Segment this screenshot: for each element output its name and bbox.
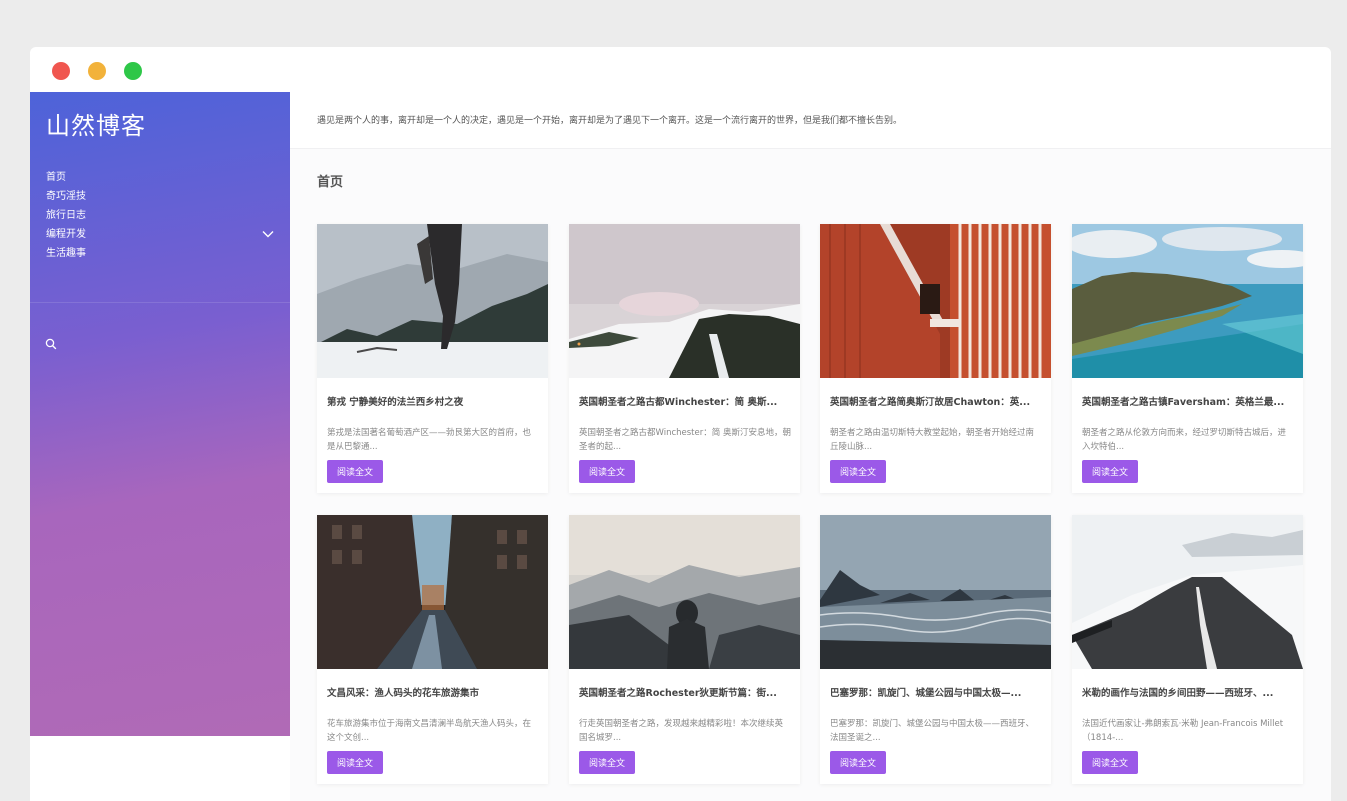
close-window-button[interactable] [52, 62, 70, 80]
post-card: 文昌风采：渔人码头的花车旅游集市 花车旅游集市位于海南文昌清澜半岛航天渔人码头，… [317, 515, 548, 784]
chevron-down-icon[interactable] [262, 229, 274, 239]
sidebar-nav: 首页 奇巧淫技 旅行日志 编程开发 生活趣事 [46, 168, 274, 263]
post-thumbnail[interactable] [569, 224, 800, 378]
post-excerpt: 巴塞罗那：凯旋门、城堡公园与中国太极——西班牙、法国圣诞之... [830, 719, 1035, 743]
post-thumbnail[interactable] [1072, 224, 1303, 378]
window-controls [52, 62, 142, 80]
read-more-button[interactable]: 阅读全文 [579, 460, 635, 483]
section-title: 首页 [317, 175, 344, 190]
nav-item-home[interactable]: 首页 [46, 168, 274, 187]
post-title[interactable]: 英国朝圣者之路古都Winchester：简 奥斯... [579, 394, 791, 408]
post-excerpt: 英国朝圣者之路古都Winchester：简 奥斯汀安息地，朝圣者的起... [579, 428, 791, 452]
post-thumbnail[interactable] [820, 224, 1051, 378]
nav-item-programming[interactable]: 编程开发 [46, 225, 274, 244]
header-quote-bar: 遇见是两个人的事，离开却是一个人的决定，遇见是一个开始，离开却是为了遇见下一个离… [290, 92, 1331, 149]
read-more-button[interactable]: 阅读全文 [830, 460, 886, 483]
read-more-button[interactable]: 阅读全文 [327, 751, 383, 774]
post-thumbnail[interactable] [317, 515, 548, 669]
post-title[interactable]: 英国朝圣者之路Rochester狄更斯节篇：街... [579, 685, 791, 699]
post-excerpt: 朝圣者之路由温切斯特大教堂起始，朝圣者开始经过南丘陵山脉... [830, 428, 1035, 452]
post-card: 米勒的画作与法国的乡间田野——西班牙、... 法国近代画家让-弗朗索瓦·米勒 J… [1072, 515, 1303, 784]
read-more-button[interactable]: 阅读全文 [1082, 460, 1138, 483]
post-thumbnail[interactable] [1072, 515, 1303, 669]
nav-item-travel[interactable]: 旅行日志 [46, 206, 274, 225]
read-more-button[interactable]: 阅读全文 [579, 751, 635, 774]
post-thumbnail[interactable] [317, 224, 548, 378]
main-content: 遇见是两个人的事，离开却是一个人的决定，遇见是一个开始，离开却是为了遇见下一个离… [290, 92, 1331, 801]
site-title[interactable]: 山然博客 [46, 106, 146, 141]
search-icon[interactable] [44, 337, 58, 351]
post-excerpt: 第戎是法国著名葡萄酒产区——勃艮第大区的首府，也是从巴黎通... [327, 428, 532, 452]
read-more-button[interactable]: 阅读全文 [1082, 751, 1138, 774]
post-title[interactable]: 巴塞罗那：凯旋门、城堡公园与中国太极—... [830, 685, 1042, 699]
browser-window: 山然博客 首页 奇巧淫技 旅行日志 编程开发 生活趣事 遇见是两个人的事，离开却… [30, 47, 1331, 801]
minimize-window-button[interactable] [88, 62, 106, 80]
post-title[interactable]: 英国朝圣者之路古镇Faversham：英格兰最... [1082, 394, 1294, 408]
post-card: 英国朝圣者之路古镇Faversham：英格兰最... 朝圣者之路从伦敦方向而来，… [1072, 224, 1303, 493]
post-excerpt: 行走英国朝圣者之路，发现越来越精彩啦！本次继续英国名城罗... [579, 719, 784, 743]
post-card: 英国朝圣者之路古都Winchester：简 奥斯... 英国朝圣者之路古都Win… [569, 224, 800, 493]
post-title[interactable]: 米勒的画作与法国的乡间田野——西班牙、... [1082, 685, 1294, 699]
post-thumbnail[interactable] [569, 515, 800, 669]
read-more-button[interactable]: 阅读全文 [327, 460, 383, 483]
site-quote: 遇见是两个人的事，离开却是一个人的决定，遇见是一个开始，离开却是为了遇见下一个离… [317, 116, 903, 126]
nav-item-tricks[interactable]: 奇巧淫技 [46, 187, 274, 206]
post-thumbnail[interactable] [820, 515, 1051, 669]
read-more-button[interactable]: 阅读全文 [830, 751, 886, 774]
sidebar: 山然博客 首页 奇巧淫技 旅行日志 编程开发 生活趣事 [30, 92, 290, 736]
post-card: 第戎 宁静美好的法兰西乡村之夜 第戎是法国著名葡萄酒产区——勃艮第大区的首府，也… [317, 224, 548, 493]
post-card: 巴塞罗那：凯旋门、城堡公园与中国太极—... 巴塞罗那：凯旋门、城堡公园与中国太… [820, 515, 1051, 784]
sidebar-divider [30, 302, 290, 303]
post-title[interactable]: 第戎 宁静美好的法兰西乡村之夜 [327, 394, 539, 408]
post-excerpt: 朝圣者之路从伦敦方向而来，经过罗切斯特古城后，进入坎特伯... [1082, 428, 1287, 452]
nav-item-life[interactable]: 生活趣事 [46, 244, 274, 263]
post-card: 英国朝圣者之路Rochester狄更斯节篇：街... 行走英国朝圣者之路，发现越… [569, 515, 800, 784]
post-card: 英国朝圣者之路简奥斯汀故居Chawton：英... 朝圣者之路由温切斯特大教堂起… [820, 224, 1051, 493]
post-title[interactable]: 文昌风采：渔人码头的花车旅游集市 [327, 685, 539, 699]
post-excerpt: 花车旅游集市位于海南文昌清澜半岛航天渔人码头，在这个文创... [327, 719, 532, 743]
nav-item-programming-label: 编程开发 [46, 229, 86, 240]
post-title[interactable]: 英国朝圣者之路简奥斯汀故居Chawton：英... [830, 394, 1042, 408]
post-excerpt: 法国近代画家让-弗朗索瓦·米勒 Jean-Francois Millet（181… [1082, 719, 1284, 743]
maximize-window-button[interactable] [124, 62, 142, 80]
